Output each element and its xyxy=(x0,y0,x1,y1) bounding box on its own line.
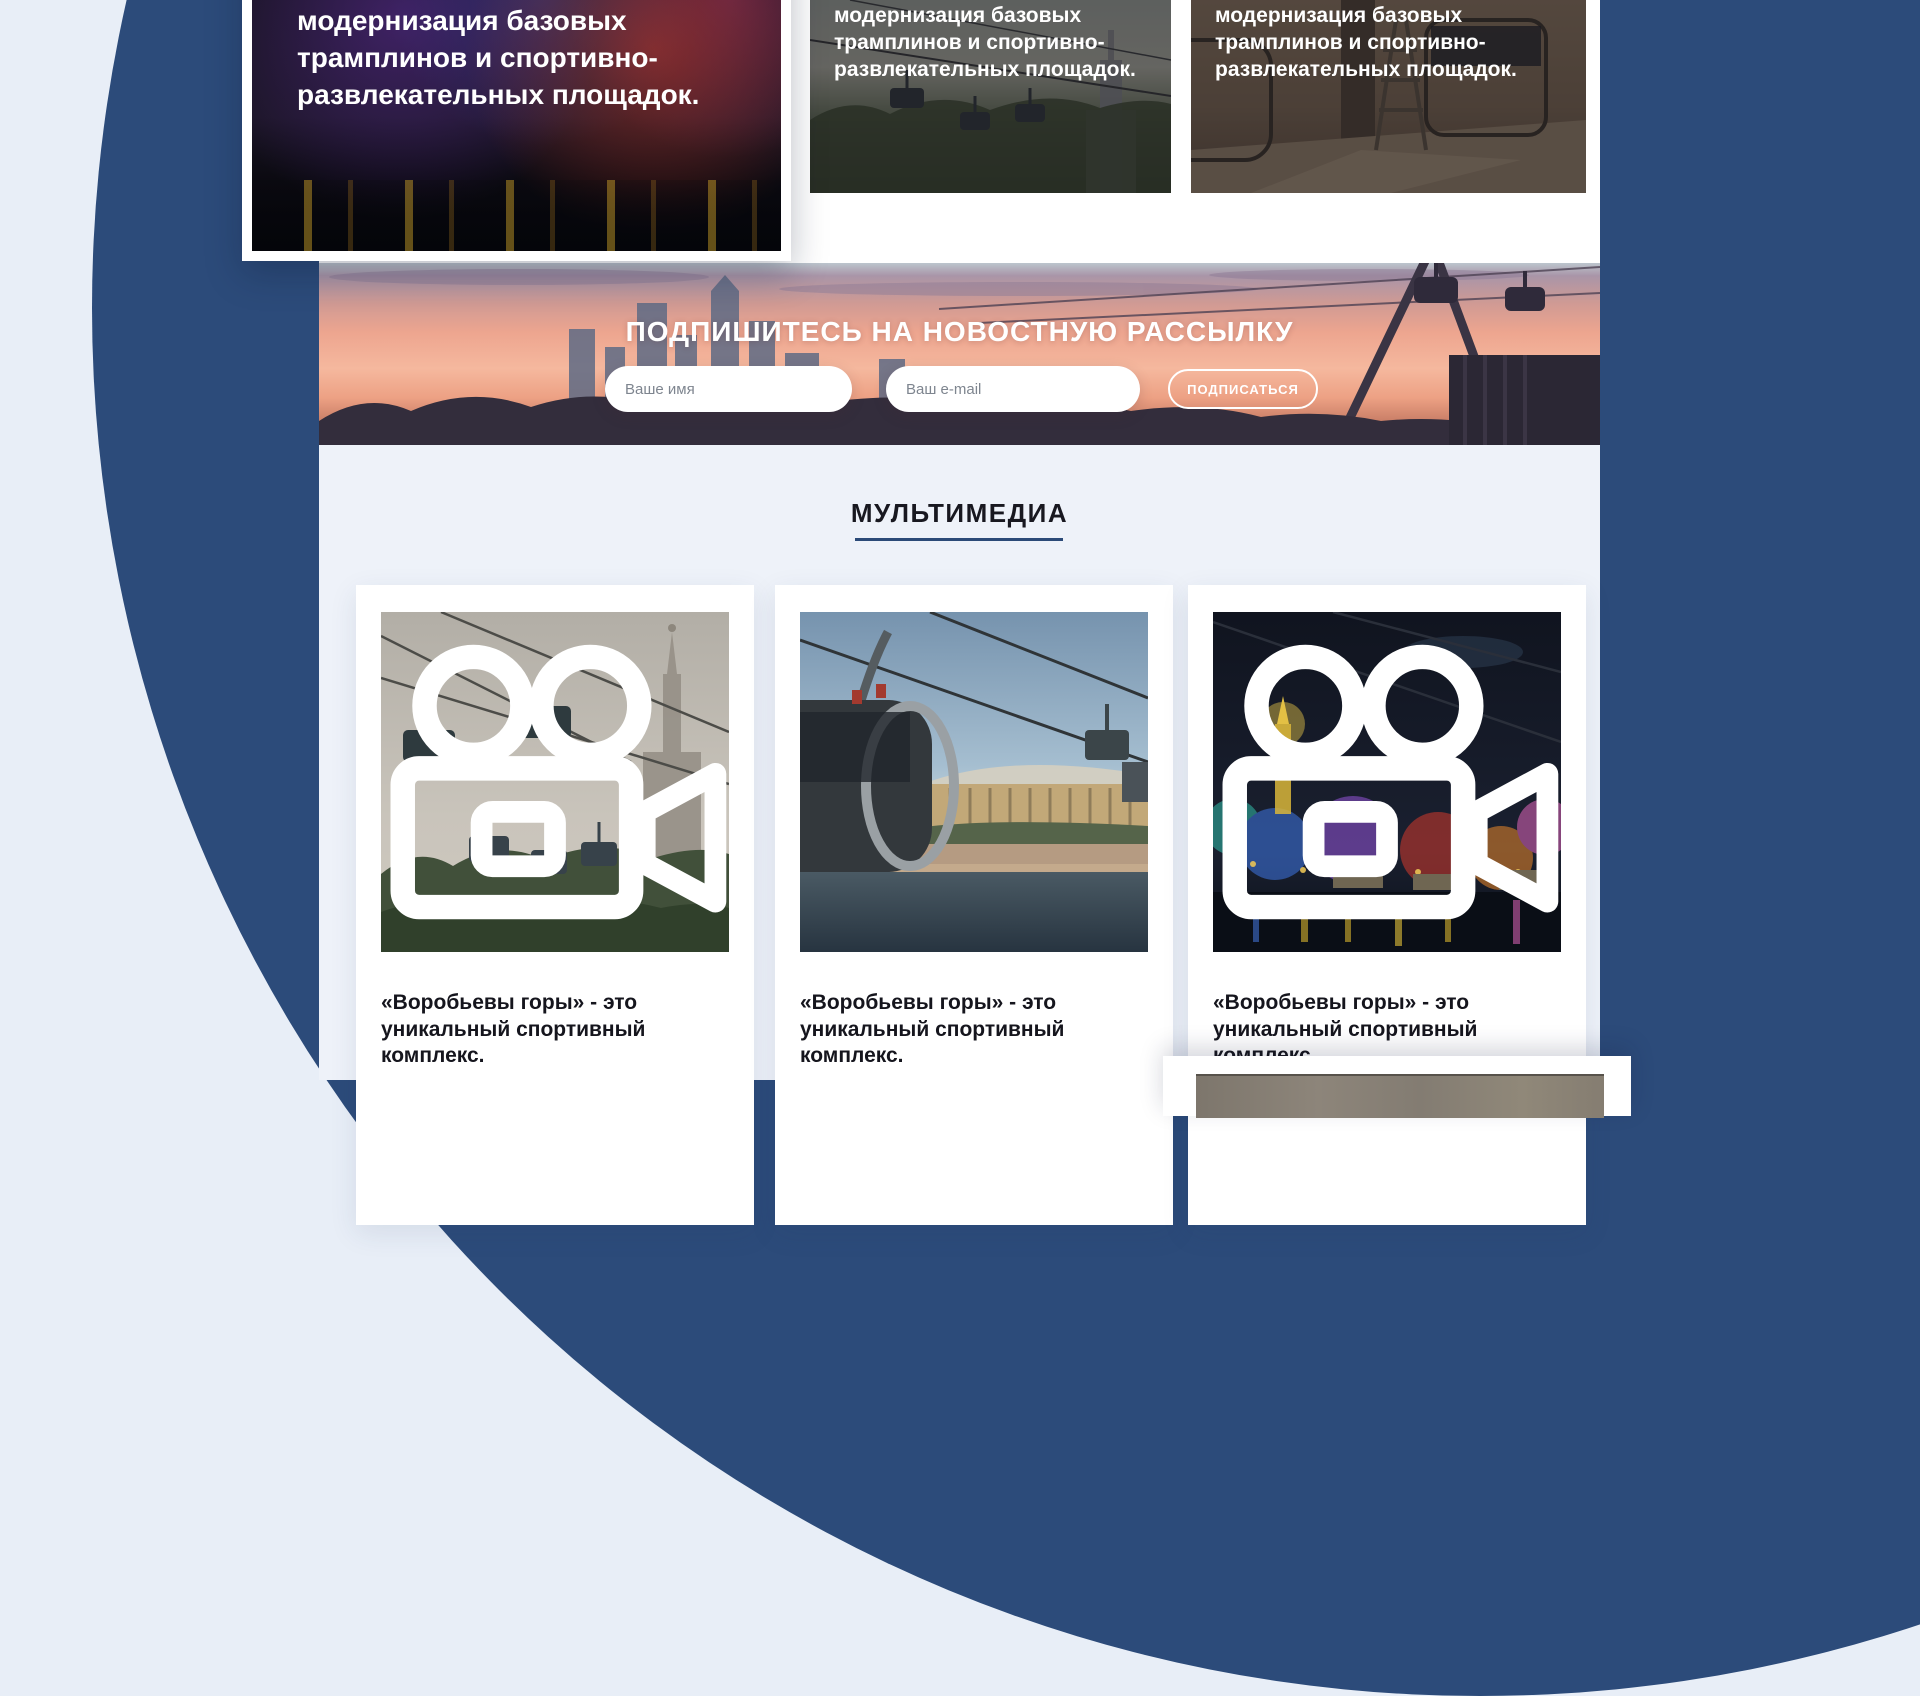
video-thumbnail-night-lights[interactable] xyxy=(1213,612,1561,952)
video-caption: «Воробьевы горы» - это уникальный спорти… xyxy=(800,990,1140,1070)
news-card[interactable]: модернизация базовых трамплинов и спорти… xyxy=(1191,0,1586,193)
video-thumbnail-gondola-stadium[interactable] xyxy=(800,612,1148,952)
video-camera-icon xyxy=(1213,612,1561,952)
page: { "colors": { "page_bg": "#e8eef7", "cir… xyxy=(0,0,1920,1080)
video-card[interactable]: «Воробьевы горы» - это уникальный спорти… xyxy=(775,585,1173,1225)
news-caption: модернизация базовых трамплинов и спорти… xyxy=(834,2,1146,83)
news-caption: модернизация базовых трамплинов и спорти… xyxy=(297,2,757,113)
content-column: модернизация базовых трамплинов и спорти… xyxy=(319,0,1600,1080)
video-card[interactable]: «Воробьевы горы» - это уникальный спорти… xyxy=(1188,585,1586,1225)
newsletter-banner: ПОДПИШИТЕСЬ НА НОВОСТНУЮ РАССЫЛКУ ПОДПИС… xyxy=(319,263,1600,445)
news-section: модернизация базовых трамплинов и спорти… xyxy=(319,0,1600,263)
title-underline xyxy=(855,538,1063,541)
newsletter-form: ПОДПИСАТЬСЯ xyxy=(319,366,1600,412)
news-caption: модернизация базовых трамплинов и спорти… xyxy=(1215,2,1527,83)
video-caption: «Воробьевы горы» - это уникальный спорти… xyxy=(381,990,721,1070)
video-thumbnail-cable-cars[interactable] xyxy=(381,612,729,952)
email-input[interactable] xyxy=(886,366,1140,412)
video-camera-icon xyxy=(381,612,729,952)
name-input[interactable] xyxy=(605,366,852,412)
newsletter-title: ПОДПИШИТЕСЬ НА НОВОСТНУЮ РАССЫЛКУ xyxy=(319,316,1600,348)
video-card[interactable]: «Воробьевы горы» - это уникальный спорти… xyxy=(356,585,754,1225)
bottom-overlay-panel[interactable] xyxy=(1163,1056,1631,1116)
news-card-active[interactable]: модернизация базовых трамплинов и спорти… xyxy=(242,0,791,261)
overlay-photo-strip xyxy=(1196,1074,1604,1118)
sunset-city-silhouettes xyxy=(319,263,1600,445)
multimedia-title: МУЛЬТИМЕДИА xyxy=(319,498,1600,529)
multimedia-section: МУЛЬТИМЕДИА xyxy=(319,445,1600,1080)
news-card[interactable]: модернизация базовых трамплинов и спорти… xyxy=(810,0,1171,193)
subscribe-button[interactable]: ПОДПИСАТЬСЯ xyxy=(1168,369,1318,409)
night-illumination-image: модернизация базовых трамплинов и спорти… xyxy=(252,0,781,251)
